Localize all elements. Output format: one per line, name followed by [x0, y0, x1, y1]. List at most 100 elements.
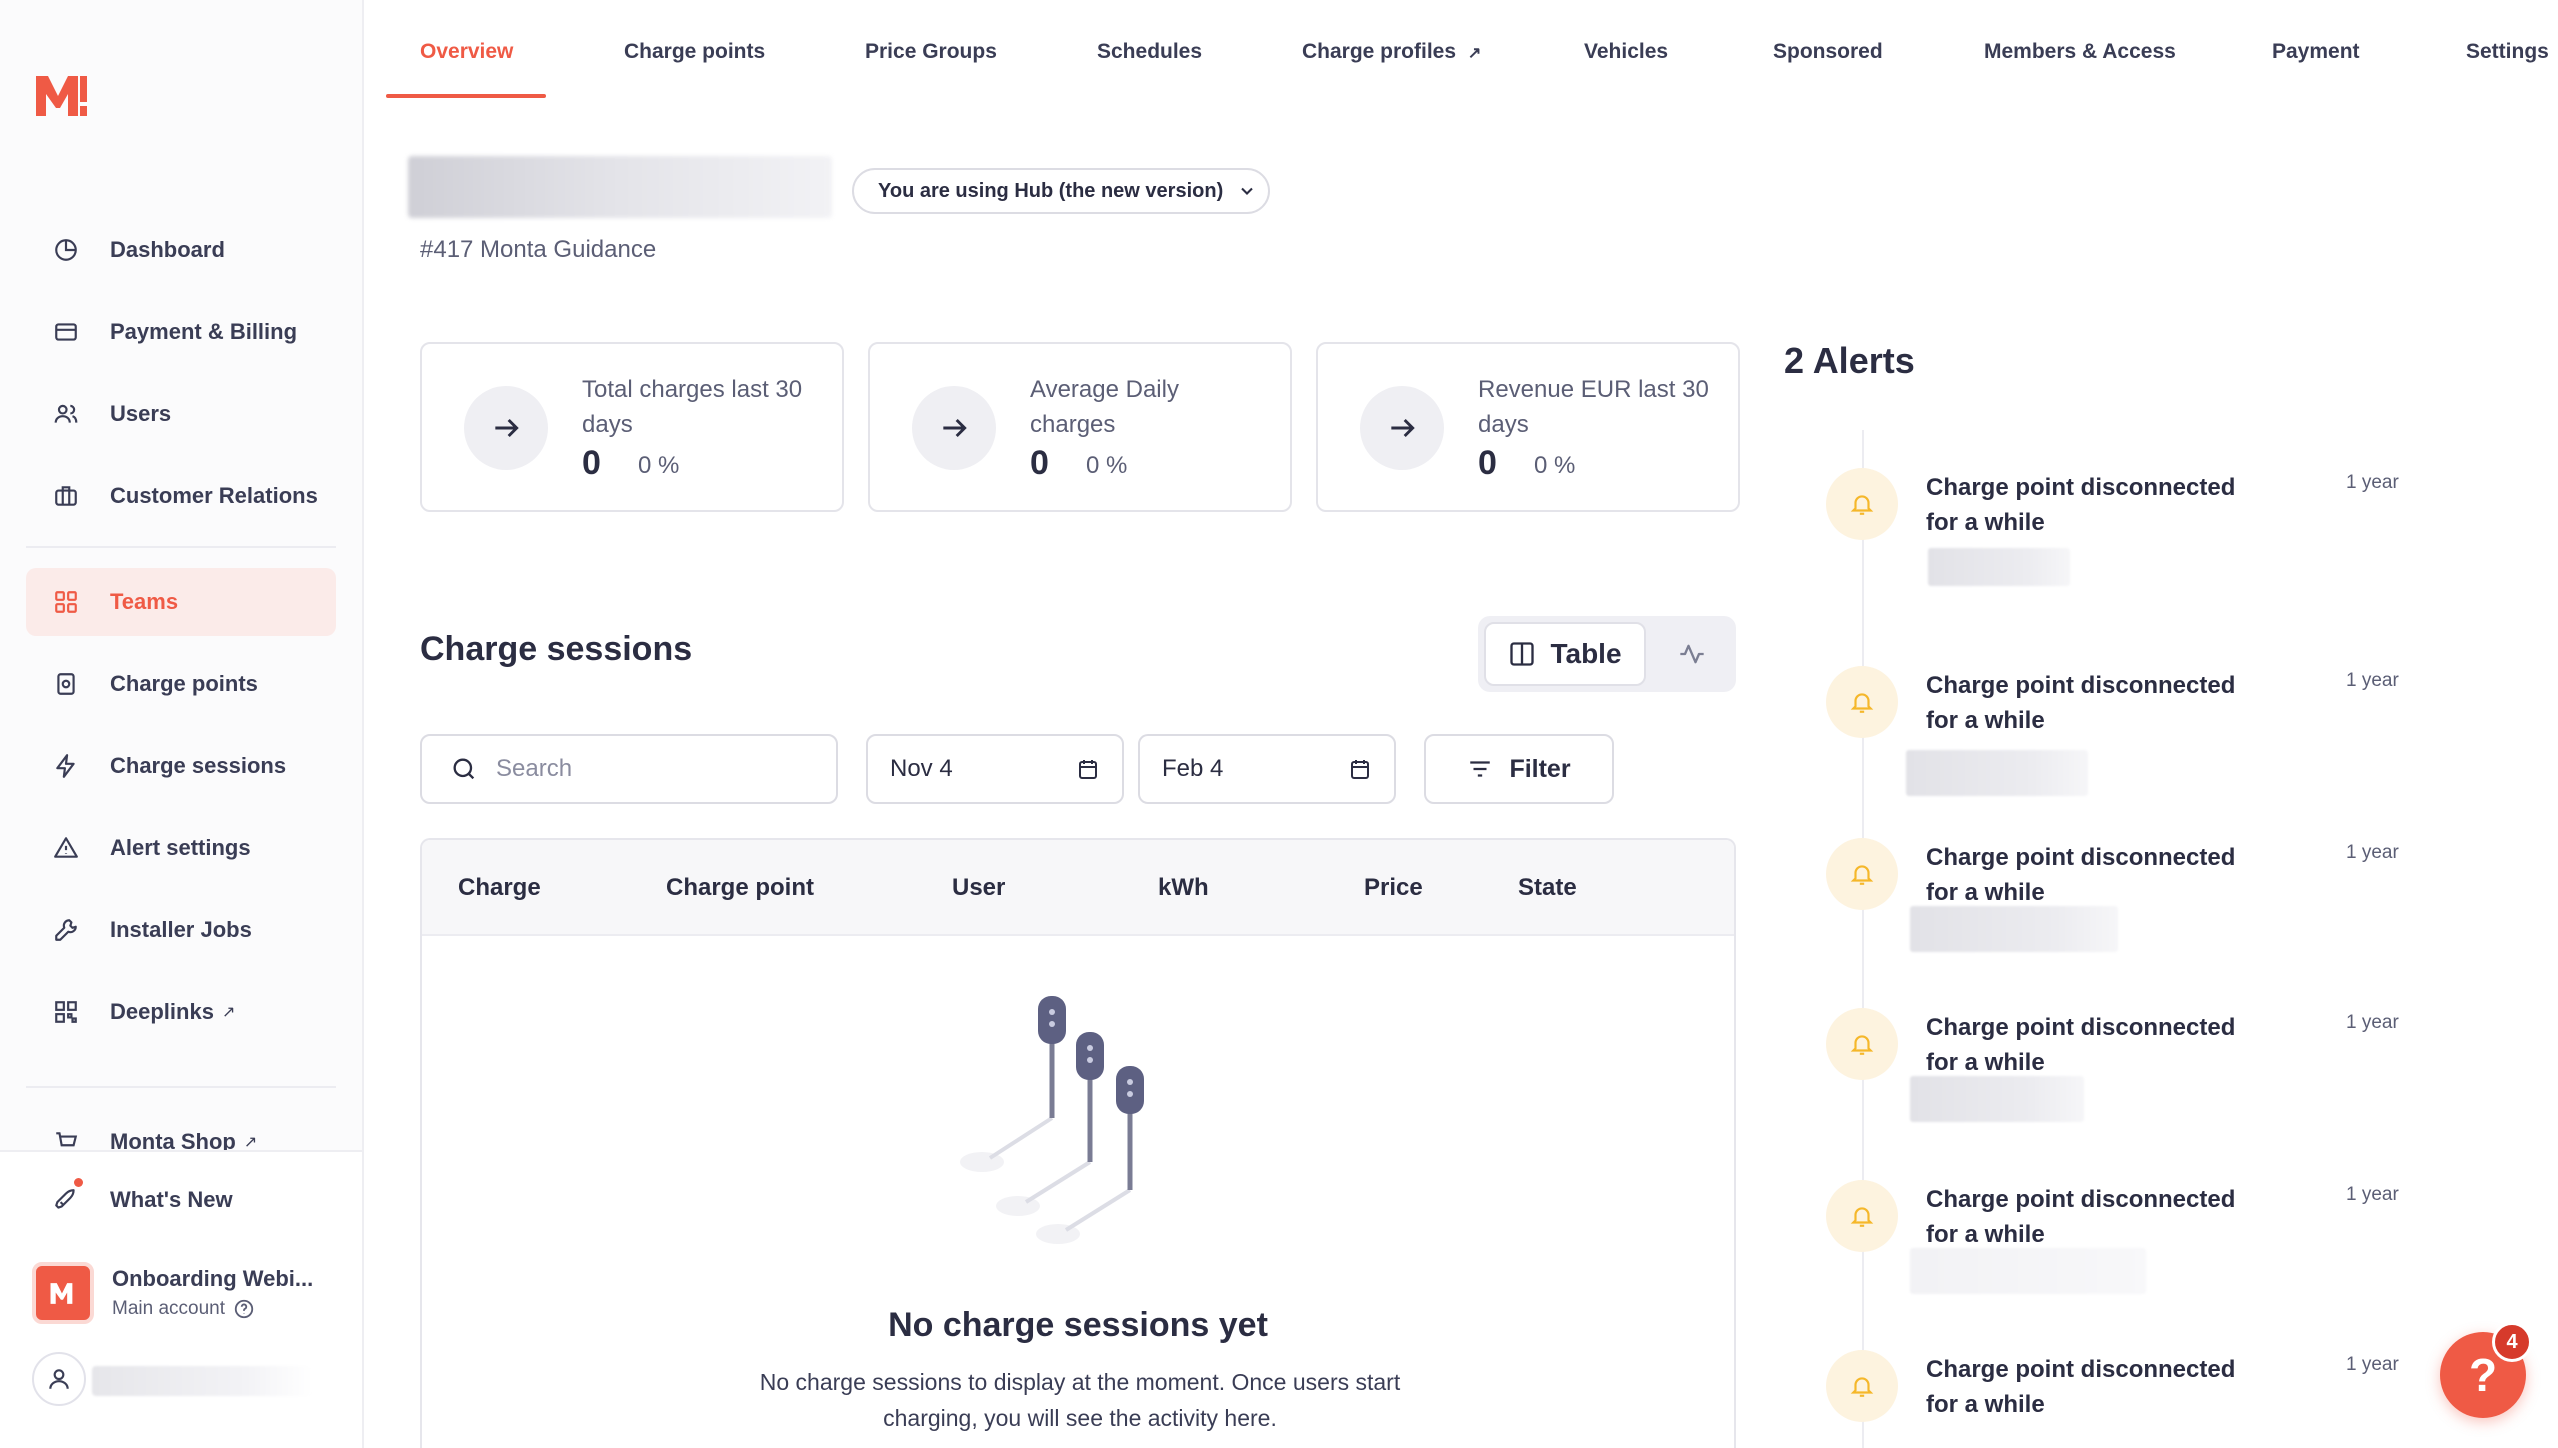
alert-item[interactable]: Charge point disconnected for a while 1 …	[1826, 980, 2426, 1140]
alert-time: 1 year	[2346, 472, 2399, 493]
sidebar-item-alert-settings[interactable]: Alert settings	[26, 814, 336, 882]
sidebar-item-label: Deeplinks	[110, 999, 214, 1024]
sidebar-item-dashboard[interactable]: Dashboard	[26, 216, 336, 284]
date-from-picker[interactable]: Nov 4	[866, 734, 1124, 804]
sidebar-item-charge-points[interactable]: Charge points	[26, 650, 336, 718]
stat-change: 0 %	[1534, 452, 1576, 479]
sidebar-item-users[interactable]: Users	[26, 380, 336, 448]
arrow-right-icon	[464, 386, 548, 470]
arrow-right-icon	[1360, 386, 1444, 470]
redacted-alert-detail	[1910, 1076, 2084, 1122]
external-link-icon: ↗	[221, 1004, 236, 1021]
search-input[interactable]	[496, 755, 816, 783]
stat-label: Total charges last 30 days	[582, 376, 803, 438]
monta-logo[interactable]	[32, 70, 88, 120]
chart-view-button[interactable]	[1658, 622, 1726, 686]
sidebar-item-teams[interactable]: Teams	[26, 568, 336, 636]
bell-icon	[1826, 838, 1898, 910]
charge-sessions-title: Charge sessions	[420, 630, 693, 668]
view-toggle: Table	[1478, 616, 1736, 692]
sidebar-item-deeplinks[interactable]: Deeplinks ↗	[26, 978, 336, 1046]
alert-item[interactable]: Charge point disconnected for a while 1 …	[1826, 440, 2426, 600]
tab-price-groups[interactable]: Price Groups	[865, 40, 997, 64]
alert-text: Charge point disconnected for a while	[1926, 1186, 2236, 1248]
redacted-alert-detail	[1906, 750, 2088, 796]
user-icon	[49, 1369, 69, 1389]
sidebar-item-label: Customer Relations	[110, 483, 318, 508]
column-header-user[interactable]: User	[952, 874, 1005, 902]
sidebar-item-label: Charge points	[110, 671, 258, 696]
sidebar-item-charge-sessions[interactable]: Charge sessions	[26, 732, 336, 800]
redacted-alert-detail	[1910, 1248, 2146, 1294]
tab-charge-points[interactable]: Charge points	[624, 40, 765, 64]
stat-change: 0 %	[638, 452, 680, 479]
wrench-icon	[26, 917, 96, 943]
table-header: Charge Charge point User kWh Price State	[422, 840, 1734, 936]
tab-sponsored[interactable]: Sponsored	[1773, 40, 1883, 64]
hub-version-dropdown[interactable]: You are using Hub (the new version)	[852, 168, 1270, 214]
alert-item[interactable]: Charge point disconnected for a while 1 …	[1826, 1322, 2426, 1448]
filter-button[interactable]: Filter	[1424, 734, 1614, 804]
account-avatar[interactable]	[32, 1262, 94, 1324]
stat-value: 0	[1478, 444, 1497, 482]
stat-value: 0	[582, 444, 601, 482]
tab-members-access[interactable]: Members & Access	[1984, 40, 2176, 64]
table-columns-icon	[1510, 642, 1535, 666]
tab-charge-profiles[interactable]: Charge profiles ↗	[1302, 40, 1481, 64]
account-name[interactable]: Onboarding Webi...	[112, 1266, 313, 1292]
tab-payment[interactable]: Payment	[2272, 40, 2360, 64]
search-icon	[453, 758, 475, 780]
sidebar-item-installer-jobs[interactable]: Installer Jobs	[26, 896, 336, 964]
alert-item[interactable]: Charge point disconnected for a while 1 …	[1826, 810, 2426, 970]
alert-text: Charge point disconnected for a while	[1926, 844, 2236, 906]
top-tabs: Overview Charge points Price Groups Sche…	[364, 0, 2558, 98]
redacted-user-name	[92, 1366, 312, 1396]
redacted-team-name	[408, 156, 832, 218]
table-view-button[interactable]: Table	[1484, 622, 1646, 686]
alert-item[interactable]: Charge point disconnected for a while 1 …	[1826, 1152, 2426, 1312]
help-circle-icon[interactable]	[233, 1298, 255, 1320]
help-notification-badge: 4	[2492, 1322, 2532, 1362]
sidebar-item-label: Teams	[110, 589, 179, 614]
column-header-charge-point[interactable]: Charge point	[666, 874, 814, 902]
column-header-charge[interactable]: Charge	[458, 874, 541, 902]
account-type-label: Main account	[112, 1298, 226, 1319]
sessions-table: Charge Charge point User kWh Price State…	[420, 838, 1736, 1448]
tab-label: Charge profiles	[1302, 40, 1457, 63]
alert-triangle-icon	[26, 835, 96, 861]
alert-text: Charge point disconnected for a while	[1926, 672, 2236, 734]
alert-text: Charge point disconnected for a while	[1926, 1356, 2236, 1418]
column-header-state[interactable]: State	[1518, 874, 1577, 902]
date-to-picker[interactable]: Feb 4	[1138, 734, 1396, 804]
tab-overview[interactable]: Overview	[420, 40, 513, 64]
column-header-kwh[interactable]: kWh	[1158, 874, 1209, 902]
alert-item[interactable]: Charge point disconnected for a while 1 …	[1826, 638, 2426, 798]
external-link-icon: ↗	[243, 1134, 258, 1151]
divider	[26, 546, 336, 548]
search-field[interactable]	[420, 734, 838, 804]
column-header-price[interactable]: Price	[1364, 874, 1423, 902]
tab-schedules[interactable]: Schedules	[1097, 40, 1202, 64]
active-tab-indicator	[386, 94, 546, 98]
chargers-illustration	[960, 996, 1144, 1244]
sidebar-item-customer-relations[interactable]: Customer Relations	[26, 462, 336, 530]
whats-new-button[interactable]: What's New	[26, 1166, 336, 1234]
redacted-alert-detail	[1928, 548, 2070, 586]
tab-settings[interactable]: Settings	[2466, 40, 2549, 64]
alert-time: 1 year	[2346, 670, 2399, 691]
stat-card-average-daily[interactable]: Average Daily charges 0 0 %	[868, 342, 1292, 512]
empty-state-title: No charge sessions yet	[888, 1306, 1268, 1344]
bell-icon	[1826, 1350, 1898, 1422]
calendar-icon	[1079, 760, 1097, 779]
bell-icon	[1826, 1008, 1898, 1080]
sidebar-item-payment-billing[interactable]: Payment & Billing	[26, 298, 336, 366]
stat-card-revenue[interactable]: Revenue EUR last 30 days 0 0 %	[1316, 342, 1740, 512]
hub-version-label: You are using Hub (the new version)	[878, 179, 1224, 202]
team-id: #417 Monta Guidance	[420, 236, 657, 263]
external-link-icon: ↗	[1467, 45, 1482, 62]
sidebar: Dashboard Payment & Billing Users Custom…	[0, 0, 364, 1448]
tab-vehicles[interactable]: Vehicles	[1584, 40, 1668, 64]
stat-card-total-charges[interactable]: Total charges last 30 days 0 0 %	[420, 342, 844, 512]
user-profile-button[interactable]	[32, 1352, 86, 1406]
empty-state-text: No charge sessions to display at the mom…	[759, 1369, 1401, 1431]
